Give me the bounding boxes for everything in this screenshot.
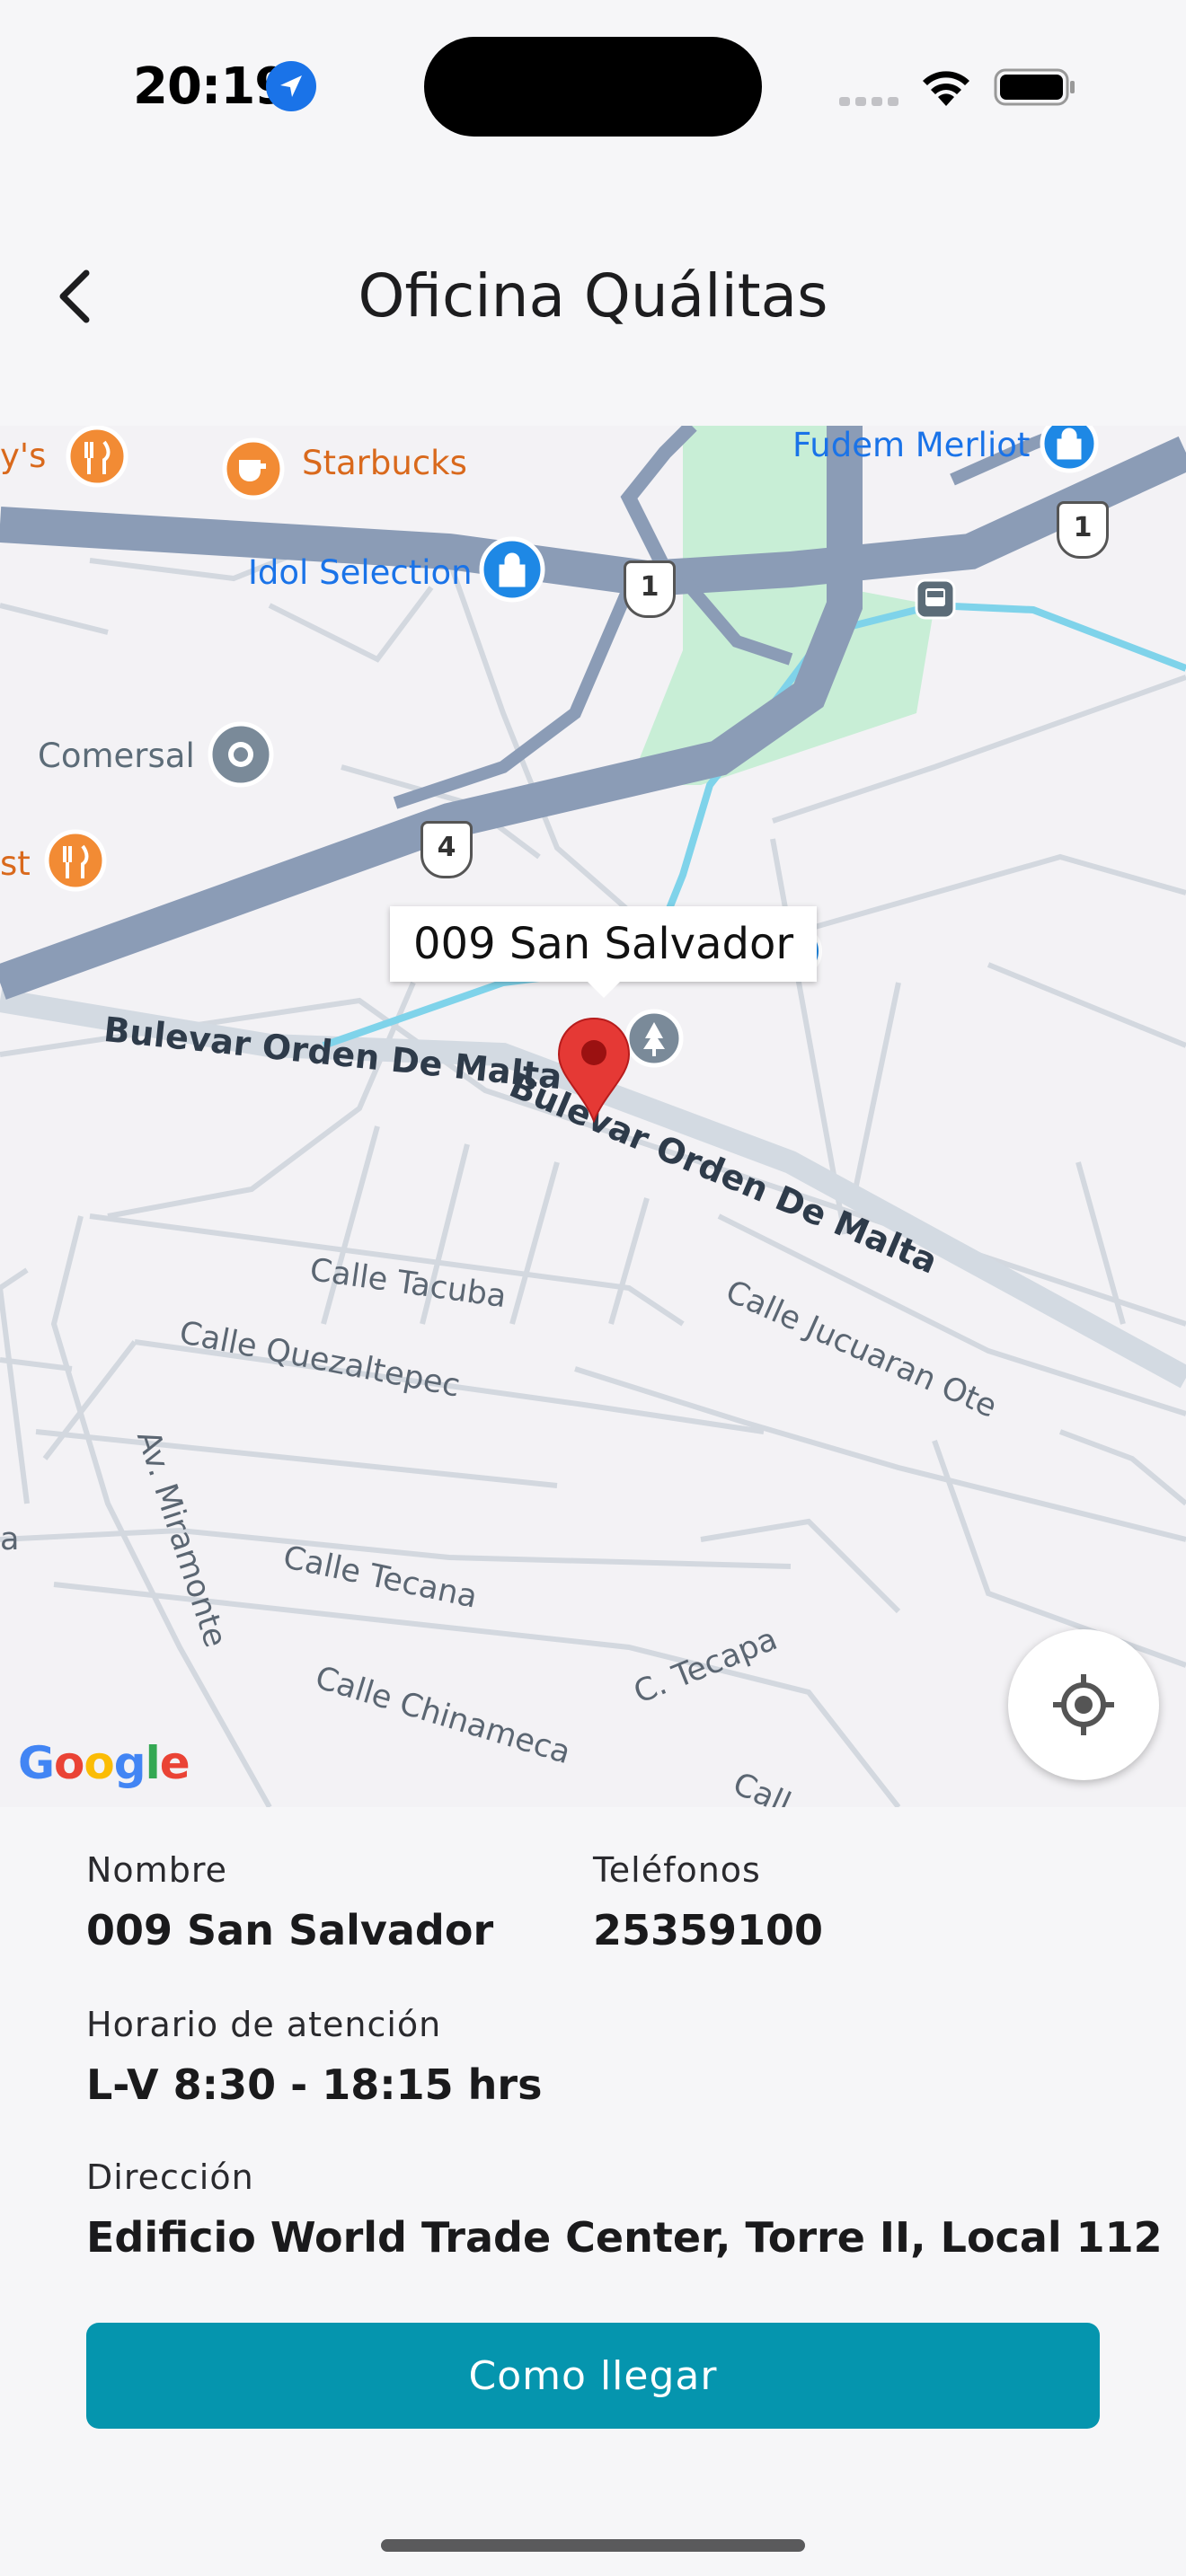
shopping-icon[interactable] <box>476 534 548 613</box>
street-label: a <box>0 1522 20 1557</box>
horario-value: L-V 8:30 - 18:15 hrs <box>86 2060 543 2109</box>
route-shield: 1 <box>1057 501 1109 559</box>
map-callout[interactable]: 009 San Salvador <box>390 906 818 998</box>
status-bar: 20:19 <box>0 0 1186 180</box>
home-indicator[interactable] <box>381 2539 805 2552</box>
restaurant-icon[interactable] <box>63 426 131 494</box>
poi-label-idol-selection[interactable]: Idol Selection <box>248 553 473 592</box>
shopping-icon[interactable] <box>1035 426 1103 480</box>
cafe-icon[interactable] <box>219 435 288 503</box>
telefonos-label: Teléfonos <box>593 1850 761 1890</box>
highway <box>0 426 1186 1000</box>
wifi-icon <box>923 71 969 106</box>
route-shield: 4 <box>420 821 473 878</box>
page-title: Oficina Quálitas <box>358 261 828 331</box>
direccion-label: Dirección <box>86 2157 254 2197</box>
place-icon[interactable] <box>205 719 277 794</box>
map-view[interactable]: y's Starbucks Fudem Merliot Idol Selecti… <box>0 426 1186 1807</box>
poi-label-comersal[interactable]: Comersal <box>38 737 195 775</box>
como-llegar-button[interactable]: Como llegar <box>86 2323 1100 2429</box>
battery-icon <box>994 68 1075 106</box>
nombre-label: Nombre <box>86 1850 227 1890</box>
location-arrow-icon <box>266 61 316 111</box>
direccion-value: Edificio World Trade Center, Torre II, L… <box>86 2213 1163 2262</box>
route-shield: 1 <box>624 560 676 618</box>
horario-label: Horario de atención <box>86 2005 442 2044</box>
park-icon[interactable] <box>622 1006 686 1074</box>
crosshair-icon <box>1053 1674 1114 1735</box>
dynamic-island <box>424 37 762 137</box>
telefonos-value[interactable]: 25359100 <box>593 1906 823 1954</box>
poi-label-ys: y's <box>0 437 47 475</box>
my-location-button[interactable] <box>1008 1629 1159 1780</box>
minor-streets <box>0 540 1186 1807</box>
google-attribution-logo: Google <box>18 1737 190 1789</box>
cellular-signal-icon <box>839 97 898 106</box>
poi-label-st: st <box>0 844 31 883</box>
map-pin-icon[interactable] <box>557 1017 631 1123</box>
nombre-value: 009 San Salvador <box>86 1906 494 1954</box>
poi-label-fudem[interactable]: Fudem Merliot <box>792 426 1030 464</box>
restaurant-icon[interactable] <box>41 826 110 898</box>
bus-stop-icon[interactable] <box>915 578 956 620</box>
poi-label-starbucks[interactable]: Starbucks <box>302 444 467 482</box>
